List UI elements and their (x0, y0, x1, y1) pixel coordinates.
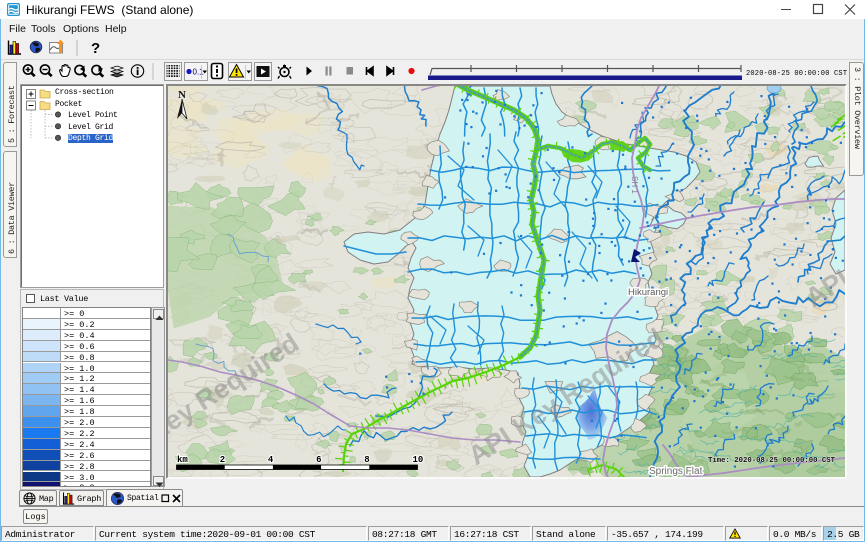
svg-text:Time: 2020-08-25 00:00:00 CST: Time: 2020-08-25 00:00:00 CST (708, 457, 836, 465)
svg-text:Springs Flat: Springs Flat (649, 466, 703, 477)
svg-text:8: 8 (364, 455, 369, 465)
svg-text:km: km (177, 455, 188, 465)
svg-text:SH 1: SH 1 (630, 176, 639, 194)
svg-text:?: ? (91, 40, 100, 57)
svg-text:Hikurangi: Hikurangi (628, 287, 668, 298)
svg-text:6: 6 (316, 455, 321, 465)
svg-text:0.1: 0.1 (193, 68, 205, 77)
svg-text:2: 2 (220, 455, 225, 465)
svg-text:10: 10 (413, 455, 424, 465)
svg-text:2020-08-25 00:00:00 CST: 2020-08-25 00:00:00 CST (746, 70, 847, 78)
svg-text:4: 4 (268, 455, 274, 465)
